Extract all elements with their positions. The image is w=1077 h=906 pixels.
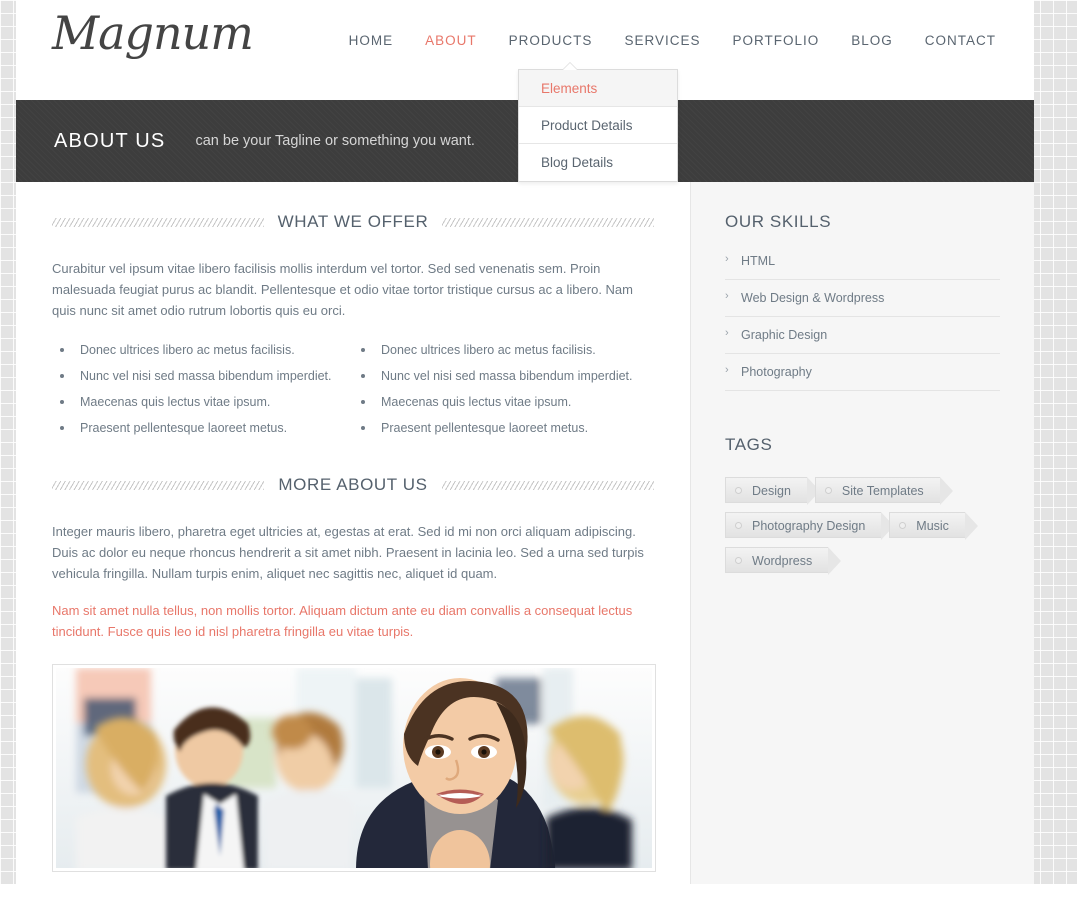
skills-list: › HTML › Web Design & Wordpress › Graphic Des… <box>725 253 1000 391</box>
chevron-right-icon: › <box>725 253 729 265</box>
nav-item-about[interactable]: ABOUT <box>409 33 493 48</box>
list-item: Praesent pellentesque laoreet metus. <box>52 415 353 441</box>
hatch-rule-right <box>441 480 654 490</box>
section-title: WHAT WE OFFER <box>277 212 429 231</box>
sidebar: OUR SKILLS › HTML › Web Design & Wordpress ›… <box>690 182 1034 884</box>
hatch-rule-left <box>52 480 265 490</box>
main-content: WHAT WE OFFER Curabitur vel ipsum vitae … <box>16 182 690 884</box>
nav-item-contact[interactable]: CONTACT <box>909 33 1012 48</box>
nav-item-blog[interactable]: BLOG <box>835 33 909 48</box>
list-item: Donec ultrices libero ac metus facilisis… <box>353 337 654 363</box>
more-accent-paragraph: Nam sit amet nulla tellus, non mollis to… <box>52 603 633 639</box>
nav-item-services[interactable]: SERVICES <box>608 33 716 48</box>
dropdown-item-blog-details[interactable]: Blog Details <box>519 144 677 181</box>
section-heading-what-we-offer: WHAT WE OFFER <box>52 212 654 232</box>
section-heading-more-about-us: MORE ABOUT US <box>52 475 654 495</box>
sidebar-heading-skills: OUR SKILLS <box>725 212 832 231</box>
skill-item-label: HTML <box>741 254 776 268</box>
skill-item-label: Web Design & Wordpress <box>741 291 885 305</box>
section-title: MORE ABOUT US <box>278 475 428 494</box>
tag-cloud: Design Site Templates Photography Design Mu… <box>725 477 1000 575</box>
list-item: Nunc vel nisi sed massa bibendum imperdi… <box>353 363 654 389</box>
list-item: Maecenas quis lectus vitae ipsum. <box>52 389 353 415</box>
page-body: WHAT WE OFFER Curabitur vel ipsum vitae … <box>16 182 1034 884</box>
feature-list-right: Donec ultrices libero ac metus facilisis… <box>353 337 654 441</box>
tag-label: Design <box>752 484 791 498</box>
tag-hole-icon <box>735 487 742 494</box>
list-item: Donec ultrices libero ac metus facilisis… <box>52 337 353 363</box>
tag-label: Site Templates <box>841 484 924 498</box>
tag-photography-design[interactable]: Photography Design <box>725 512 895 540</box>
page-tagline: can be your Tagline or something you wan… <box>195 133 475 149</box>
about-dropdown-menu: Elements Product Details Blog Details <box>518 63 678 182</box>
nav-item-portfolio[interactable]: PORTFOLIO <box>716 33 835 48</box>
tag-hole-icon <box>899 522 907 529</box>
tag-label: Wordpress <box>752 554 813 568</box>
main-navigation: HOME ABOUT PRODUCTS SERVICES PORTFOLIO BLOG CO… <box>333 33 1012 48</box>
skill-item-label: Photography <box>741 365 812 379</box>
tag-wordpress[interactable]: Wordpress <box>725 547 842 575</box>
tag-hole-icon <box>735 557 742 564</box>
site-wrapper: Magnum HOME ABOUT PRODUCTS SERVICES PORTFOLI… <box>16 0 1034 884</box>
tag-hole-icon <box>735 522 742 529</box>
tag-site-templates[interactable]: Site Templates <box>814 477 953 505</box>
chevron-right-icon: › <box>725 290 729 302</box>
page-title: ABOUT US <box>54 129 166 152</box>
hatch-rule-left <box>52 217 264 227</box>
chevron-right-icon: › <box>725 364 729 376</box>
list-item: Maecenas quis lectus vitae ipsum. <box>353 389 654 415</box>
nav-item-products[interactable]: PRODUCTS <box>493 33 609 48</box>
sidebar-heading-tags: TAGS <box>725 435 773 454</box>
tag-label: Photography Design <box>752 519 866 533</box>
chevron-right-icon: › <box>725 327 729 339</box>
dropdown-arrow-icon <box>563 63 577 70</box>
nav-item-home[interactable]: HOME <box>333 33 410 48</box>
tag-design[interactable]: Design <box>725 477 820 505</box>
offer-paragraph: Curabitur vel ipsum vitae libero facilis… <box>52 261 633 318</box>
tag-hole-icon <box>824 487 832 494</box>
feature-list-left: Donec ultrices libero ac metus facilisis… <box>52 337 353 441</box>
tag-label: Music <box>916 519 949 533</box>
list-item: Nunc vel nisi sed massa bibendum imperdi… <box>52 363 353 389</box>
business-team-photo <box>56 668 652 868</box>
skill-item-label: Graphic Design <box>741 328 828 342</box>
hatch-rule-right <box>442 217 654 227</box>
photo-illustration <box>56 668 652 868</box>
list-item: Praesent pellentesque laoreet metus. <box>353 415 654 441</box>
skill-item-photography[interactable]: › Photography <box>725 364 1000 391</box>
site-logo[interactable]: Magnum <box>52 6 254 60</box>
skill-item-graphic-design[interactable]: › Graphic Design <box>725 327 1000 354</box>
content-photo-frame <box>52 664 656 872</box>
skill-item-html[interactable]: › HTML <box>725 253 1000 280</box>
dropdown-item-elements[interactable]: Elements <box>519 70 677 107</box>
tag-music[interactable]: Music <box>889 512 978 540</box>
skill-item-web-design-wordpress[interactable]: › Web Design & Wordpress <box>725 290 1000 317</box>
dropdown-item-product-details[interactable]: Product Details <box>519 107 677 144</box>
feature-lists: Donec ultrices libero ac metus facilisis… <box>52 337 654 441</box>
more-paragraph: Integer mauris libero, pharetra eget ult… <box>52 524 644 581</box>
